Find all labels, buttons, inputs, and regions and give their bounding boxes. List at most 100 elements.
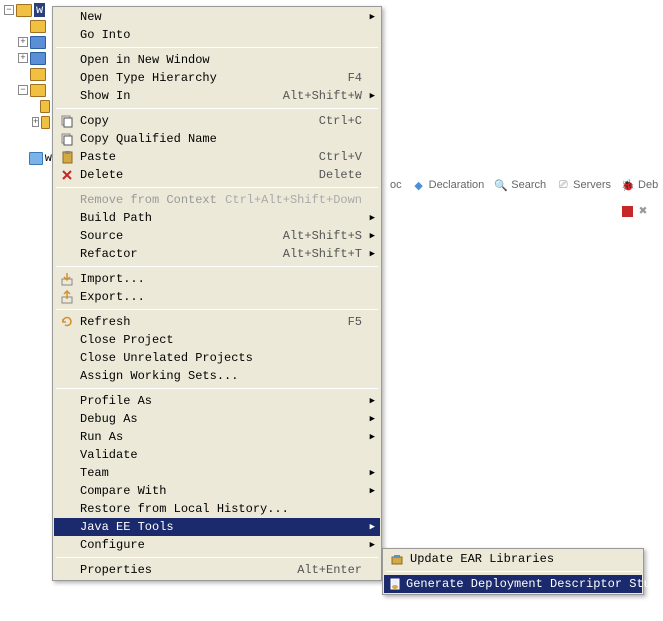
menu-item-profile-as[interactable]: Profile As▶ xyxy=(54,392,380,410)
menu-item-remove-from-context: Remove from ContextCtrl+Alt+Shift+Down xyxy=(54,191,380,209)
menu-item-properties[interactable]: PropertiesAlt+Enter xyxy=(54,561,380,579)
menu-item-show-in[interactable]: Show InAlt+Shift+W▶ xyxy=(54,87,380,105)
refresh-icon xyxy=(58,314,76,330)
submenu-arrow-icon: ▶ xyxy=(370,91,375,101)
tree-node[interactable]: + xyxy=(16,34,52,50)
tree-node[interactable] xyxy=(16,18,52,34)
expand-toggle-icon[interactable]: − xyxy=(4,5,14,15)
menu-item-assign-working-sets[interactable]: Assign Working Sets... xyxy=(54,367,380,385)
menu-item-export[interactable]: Export... xyxy=(54,288,380,306)
menu-item-copy-qualified-name[interactable]: Copy Qualified Name xyxy=(54,130,380,148)
blank-icon xyxy=(58,192,76,208)
tree-node-root[interactable]: − w xyxy=(2,2,52,18)
menu-item-close-project[interactable]: Close Project xyxy=(54,331,380,349)
tree-node[interactable]: + xyxy=(16,50,52,66)
expand-toggle-icon[interactable]: + xyxy=(32,117,39,127)
menu-item-restore-from-local-history[interactable]: Restore from Local History... xyxy=(54,500,380,518)
expand-toggle-icon[interactable]: + xyxy=(18,53,28,63)
menu-item-label: Generate Deployment Descriptor Stub xyxy=(406,577,658,591)
menu-item-refresh[interactable]: RefreshF5 xyxy=(54,313,380,331)
blank-icon xyxy=(58,332,76,348)
menu-item-shortcut: Alt+Enter xyxy=(297,563,362,577)
menu-item-shortcut: Alt+Shift+W xyxy=(283,89,362,103)
menu-item-shortcut: F4 xyxy=(348,71,362,85)
library-icon xyxy=(30,52,46,65)
submenu-arrow-icon: ▶ xyxy=(370,432,375,442)
menu-item-open-type-hierarchy[interactable]: Open Type HierarchyF4 xyxy=(54,69,380,87)
tab-declaration[interactable]: ◆ Declaration xyxy=(412,178,485,192)
export-icon xyxy=(58,289,76,305)
menu-item-label: Debug As xyxy=(80,412,376,426)
tab-label: oc xyxy=(390,179,402,191)
blank-icon xyxy=(58,9,76,25)
project-icon xyxy=(29,152,43,165)
servers-icon: ⎚ xyxy=(556,178,570,192)
search-icon: 🔍 xyxy=(494,178,508,192)
menu-item-generate-deployment-descriptor-stub[interactable]: Generate Deployment Descriptor Stub xyxy=(384,575,642,593)
folder-icon xyxy=(16,4,32,17)
menu-item-label: Export... xyxy=(80,290,376,304)
menu-item-team[interactable]: Team▶ xyxy=(54,464,380,482)
tab-label: Declaration xyxy=(429,179,485,191)
stop-icon[interactable] xyxy=(622,206,633,217)
menu-item-open-in-new-window[interactable]: Open in New Window xyxy=(54,51,380,69)
expand-toggle-icon[interactable]: − xyxy=(18,85,28,95)
menu-separator xyxy=(56,187,378,188)
menu-item-label: Configure xyxy=(80,538,376,552)
submenu-arrow-icon: ▶ xyxy=(370,213,375,223)
tab-doc[interactable]: oc xyxy=(390,178,402,192)
blank-icon xyxy=(58,27,76,43)
tree-node[interactable] xyxy=(16,66,52,82)
menu-item-paste[interactable]: PasteCtrl+V xyxy=(54,148,380,166)
menu-item-label: Remove from Context xyxy=(80,193,225,207)
submenu-arrow-icon: ▶ xyxy=(370,249,375,259)
tab-search[interactable]: 🔍 Search xyxy=(494,178,546,192)
menu-item-label: New xyxy=(80,10,376,24)
tree-node[interactable]: + xyxy=(30,114,52,130)
expand-toggle-icon[interactable]: + xyxy=(18,37,28,47)
menu-item-label: Profile As xyxy=(80,394,376,408)
menu-item-label: Build Path xyxy=(80,211,376,225)
menu-item-close-unrelated-projects[interactable]: Close Unrelated Projects xyxy=(54,349,380,367)
status-indicators: ✖ xyxy=(622,206,651,218)
folder-icon xyxy=(30,84,46,97)
blank-icon xyxy=(58,537,76,553)
menu-item-validate[interactable]: Validate xyxy=(54,446,380,464)
menu-item-refactor[interactable]: RefactorAlt+Shift+T▶ xyxy=(54,245,380,263)
close-icon[interactable]: ✖ xyxy=(639,206,651,218)
menu-item-java-ee-tools[interactable]: Java EE Tools▶ xyxy=(54,518,380,536)
menu-item-label: Copy Qualified Name xyxy=(80,132,376,146)
tab-servers[interactable]: ⎚ Servers xyxy=(556,178,611,192)
menu-item-update-ear-libraries[interactable]: Update EAR Libraries xyxy=(384,550,642,568)
menu-item-delete[interactable]: DeleteDelete xyxy=(54,166,380,184)
tree-node[interactable]: w xyxy=(16,150,52,166)
menu-item-new[interactable]: New▶ xyxy=(54,8,380,26)
folder-icon xyxy=(41,116,50,129)
menu-item-compare-with[interactable]: Compare With▶ xyxy=(54,482,380,500)
menu-item-source[interactable]: SourceAlt+Shift+S▶ xyxy=(54,227,380,245)
tab-label: Search xyxy=(511,179,546,191)
menu-item-debug-as[interactable]: Debug As▶ xyxy=(54,410,380,428)
menu-item-label: Open in New Window xyxy=(80,53,376,67)
menu-item-label: Properties xyxy=(80,563,297,577)
blank-icon xyxy=(58,501,76,517)
menu-item-label: Compare With xyxy=(80,484,376,498)
menu-item-go-into[interactable]: Go Into xyxy=(54,26,380,44)
menu-item-label: Delete xyxy=(80,168,319,182)
menu-item-configure[interactable]: Configure▶ xyxy=(54,536,380,554)
blank-icon xyxy=(58,465,76,481)
menu-item-label: Update EAR Libraries xyxy=(410,552,638,566)
menu-item-run-as[interactable]: Run As▶ xyxy=(54,428,380,446)
copy-icon xyxy=(58,131,76,147)
menu-item-import[interactable]: Import... xyxy=(54,270,380,288)
menu-separator xyxy=(56,309,378,310)
tree-node[interactable]: − xyxy=(16,82,52,98)
menu-item-copy[interactable]: CopyCtrl+C xyxy=(54,112,380,130)
tree-node[interactable] xyxy=(30,98,52,114)
tab-debug[interactable]: 🐞 Deb xyxy=(621,178,658,192)
menu-item-build-path[interactable]: Build Path▶ xyxy=(54,209,380,227)
submenu-arrow-icon: ▶ xyxy=(370,231,375,241)
menu-item-label: Team xyxy=(80,466,376,480)
menu-item-shortcut: Alt+Shift+S xyxy=(283,229,362,243)
menu-separator xyxy=(386,571,640,572)
